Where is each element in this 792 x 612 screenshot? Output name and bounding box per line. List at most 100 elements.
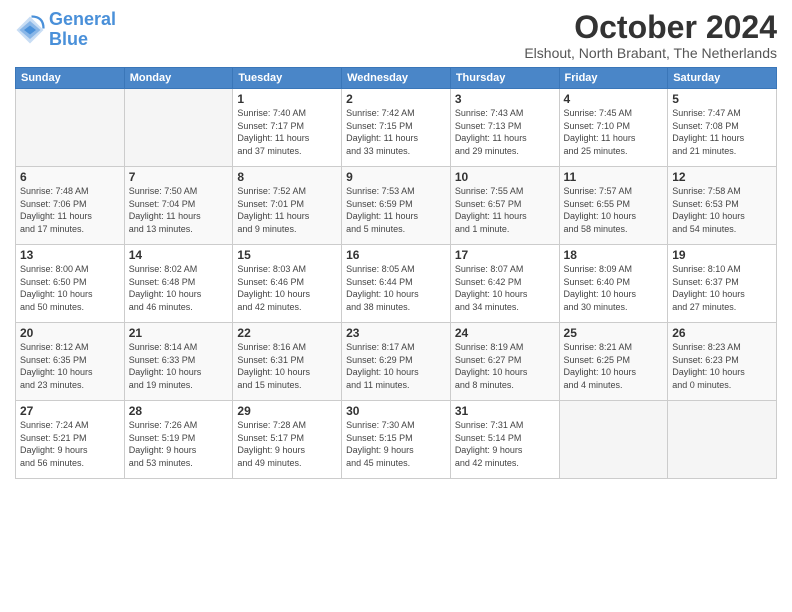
th-monday: Monday bbox=[124, 68, 233, 89]
table-row: 20Sunrise: 8:12 AM Sunset: 6:35 PM Dayli… bbox=[16, 323, 125, 401]
day-info: Sunrise: 7:45 AM Sunset: 7:10 PM Dayligh… bbox=[564, 107, 664, 157]
calendar-week-1: 1Sunrise: 7:40 AM Sunset: 7:17 PM Daylig… bbox=[16, 89, 777, 167]
day-info: Sunrise: 7:48 AM Sunset: 7:06 PM Dayligh… bbox=[20, 185, 120, 235]
day-number: 19 bbox=[672, 248, 772, 262]
day-number: 20 bbox=[20, 326, 120, 340]
day-info: Sunrise: 8:14 AM Sunset: 6:33 PM Dayligh… bbox=[129, 341, 229, 391]
table-row: 24Sunrise: 8:19 AM Sunset: 6:27 PM Dayli… bbox=[450, 323, 559, 401]
table-row: 31Sunrise: 7:31 AM Sunset: 5:14 PM Dayli… bbox=[450, 401, 559, 479]
th-wednesday: Wednesday bbox=[342, 68, 451, 89]
th-friday: Friday bbox=[559, 68, 668, 89]
table-row: 8Sunrise: 7:52 AM Sunset: 7:01 PM Daylig… bbox=[233, 167, 342, 245]
calendar-week-3: 13Sunrise: 8:00 AM Sunset: 6:50 PM Dayli… bbox=[16, 245, 777, 323]
table-row: 9Sunrise: 7:53 AM Sunset: 6:59 PM Daylig… bbox=[342, 167, 451, 245]
table-row: 10Sunrise: 7:55 AM Sunset: 6:57 PM Dayli… bbox=[450, 167, 559, 245]
day-number: 7 bbox=[129, 170, 229, 184]
table-row: 7Sunrise: 7:50 AM Sunset: 7:04 PM Daylig… bbox=[124, 167, 233, 245]
day-info: Sunrise: 7:50 AM Sunset: 7:04 PM Dayligh… bbox=[129, 185, 229, 235]
day-info: Sunrise: 8:12 AM Sunset: 6:35 PM Dayligh… bbox=[20, 341, 120, 391]
table-row: 21Sunrise: 8:14 AM Sunset: 6:33 PM Dayli… bbox=[124, 323, 233, 401]
day-number: 29 bbox=[237, 404, 337, 418]
day-number: 17 bbox=[455, 248, 555, 262]
day-info: Sunrise: 8:21 AM Sunset: 6:25 PM Dayligh… bbox=[564, 341, 664, 391]
calendar-week-5: 27Sunrise: 7:24 AM Sunset: 5:21 PM Dayli… bbox=[16, 401, 777, 479]
day-info: Sunrise: 7:40 AM Sunset: 7:17 PM Dayligh… bbox=[237, 107, 337, 157]
day-info: Sunrise: 7:52 AM Sunset: 7:01 PM Dayligh… bbox=[237, 185, 337, 235]
table-row: 4Sunrise: 7:45 AM Sunset: 7:10 PM Daylig… bbox=[559, 89, 668, 167]
day-info: Sunrise: 8:02 AM Sunset: 6:48 PM Dayligh… bbox=[129, 263, 229, 313]
table-row: 27Sunrise: 7:24 AM Sunset: 5:21 PM Dayli… bbox=[16, 401, 125, 479]
table-row: 18Sunrise: 8:09 AM Sunset: 6:40 PM Dayli… bbox=[559, 245, 668, 323]
day-number: 23 bbox=[346, 326, 446, 340]
table-row: 13Sunrise: 8:00 AM Sunset: 6:50 PM Dayli… bbox=[16, 245, 125, 323]
month-title: October 2024 bbox=[524, 10, 777, 45]
day-info: Sunrise: 7:47 AM Sunset: 7:08 PM Dayligh… bbox=[672, 107, 772, 157]
day-number: 4 bbox=[564, 92, 664, 106]
day-number: 25 bbox=[564, 326, 664, 340]
day-number: 5 bbox=[672, 92, 772, 106]
day-info: Sunrise: 7:24 AM Sunset: 5:21 PM Dayligh… bbox=[20, 419, 120, 469]
table-row bbox=[16, 89, 125, 167]
logo-text: General Blue bbox=[49, 10, 116, 50]
th-sunday: Sunday bbox=[16, 68, 125, 89]
day-info: Sunrise: 8:10 AM Sunset: 6:37 PM Dayligh… bbox=[672, 263, 772, 313]
calendar-header-row: Sunday Monday Tuesday Wednesday Thursday… bbox=[16, 68, 777, 89]
table-row: 26Sunrise: 8:23 AM Sunset: 6:23 PM Dayli… bbox=[668, 323, 777, 401]
header: General Blue October 2024 Elshout, North… bbox=[15, 10, 777, 61]
day-info: Sunrise: 8:16 AM Sunset: 6:31 PM Dayligh… bbox=[237, 341, 337, 391]
table-row: 30Sunrise: 7:30 AM Sunset: 5:15 PM Dayli… bbox=[342, 401, 451, 479]
table-row: 11Sunrise: 7:57 AM Sunset: 6:55 PM Dayli… bbox=[559, 167, 668, 245]
day-number: 30 bbox=[346, 404, 446, 418]
day-number: 13 bbox=[20, 248, 120, 262]
day-number: 16 bbox=[346, 248, 446, 262]
table-row: 14Sunrise: 8:02 AM Sunset: 6:48 PM Dayli… bbox=[124, 245, 233, 323]
day-number: 1 bbox=[237, 92, 337, 106]
calendar-week-2: 6Sunrise: 7:48 AM Sunset: 7:06 PM Daylig… bbox=[16, 167, 777, 245]
table-row: 19Sunrise: 8:10 AM Sunset: 6:37 PM Dayli… bbox=[668, 245, 777, 323]
table-row: 3Sunrise: 7:43 AM Sunset: 7:13 PM Daylig… bbox=[450, 89, 559, 167]
day-number: 6 bbox=[20, 170, 120, 184]
table-row: 29Sunrise: 7:28 AM Sunset: 5:17 PM Dayli… bbox=[233, 401, 342, 479]
day-number: 18 bbox=[564, 248, 664, 262]
location-subtitle: Elshout, North Brabant, The Netherlands bbox=[524, 45, 777, 61]
day-info: Sunrise: 7:55 AM Sunset: 6:57 PM Dayligh… bbox=[455, 185, 555, 235]
day-number: 9 bbox=[346, 170, 446, 184]
logo-icon bbox=[15, 15, 45, 45]
day-number: 31 bbox=[455, 404, 555, 418]
day-info: Sunrise: 7:42 AM Sunset: 7:15 PM Dayligh… bbox=[346, 107, 446, 157]
th-saturday: Saturday bbox=[668, 68, 777, 89]
day-info: Sunrise: 8:09 AM Sunset: 6:40 PM Dayligh… bbox=[564, 263, 664, 313]
day-info: Sunrise: 8:17 AM Sunset: 6:29 PM Dayligh… bbox=[346, 341, 446, 391]
table-row: 25Sunrise: 8:21 AM Sunset: 6:25 PM Dayli… bbox=[559, 323, 668, 401]
day-info: Sunrise: 7:53 AM Sunset: 6:59 PM Dayligh… bbox=[346, 185, 446, 235]
logo: General Blue bbox=[15, 10, 116, 50]
calendar-week-4: 20Sunrise: 8:12 AM Sunset: 6:35 PM Dayli… bbox=[16, 323, 777, 401]
table-row: 22Sunrise: 8:16 AM Sunset: 6:31 PM Dayli… bbox=[233, 323, 342, 401]
table-row: 2Sunrise: 7:42 AM Sunset: 7:15 PM Daylig… bbox=[342, 89, 451, 167]
day-number: 2 bbox=[346, 92, 446, 106]
day-number: 15 bbox=[237, 248, 337, 262]
day-number: 12 bbox=[672, 170, 772, 184]
th-thursday: Thursday bbox=[450, 68, 559, 89]
day-info: Sunrise: 8:03 AM Sunset: 6:46 PM Dayligh… bbox=[237, 263, 337, 313]
table-row: 6Sunrise: 7:48 AM Sunset: 7:06 PM Daylig… bbox=[16, 167, 125, 245]
day-number: 27 bbox=[20, 404, 120, 418]
day-number: 11 bbox=[564, 170, 664, 184]
page: General Blue October 2024 Elshout, North… bbox=[0, 0, 792, 612]
table-row: 12Sunrise: 7:58 AM Sunset: 6:53 PM Dayli… bbox=[668, 167, 777, 245]
day-info: Sunrise: 7:26 AM Sunset: 5:19 PM Dayligh… bbox=[129, 419, 229, 469]
table-row bbox=[668, 401, 777, 479]
table-row: 1Sunrise: 7:40 AM Sunset: 7:17 PM Daylig… bbox=[233, 89, 342, 167]
day-info: Sunrise: 8:19 AM Sunset: 6:27 PM Dayligh… bbox=[455, 341, 555, 391]
day-info: Sunrise: 8:23 AM Sunset: 6:23 PM Dayligh… bbox=[672, 341, 772, 391]
day-info: Sunrise: 8:05 AM Sunset: 6:44 PM Dayligh… bbox=[346, 263, 446, 313]
day-number: 8 bbox=[237, 170, 337, 184]
table-row: 23Sunrise: 8:17 AM Sunset: 6:29 PM Dayli… bbox=[342, 323, 451, 401]
day-info: Sunrise: 7:31 AM Sunset: 5:14 PM Dayligh… bbox=[455, 419, 555, 469]
day-info: Sunrise: 7:57 AM Sunset: 6:55 PM Dayligh… bbox=[564, 185, 664, 235]
title-block: October 2024 Elshout, North Brabant, The… bbox=[524, 10, 777, 61]
table-row: 28Sunrise: 7:26 AM Sunset: 5:19 PM Dayli… bbox=[124, 401, 233, 479]
day-info: Sunrise: 7:43 AM Sunset: 7:13 PM Dayligh… bbox=[455, 107, 555, 157]
table-row: 16Sunrise: 8:05 AM Sunset: 6:44 PM Dayli… bbox=[342, 245, 451, 323]
table-row: 5Sunrise: 7:47 AM Sunset: 7:08 PM Daylig… bbox=[668, 89, 777, 167]
